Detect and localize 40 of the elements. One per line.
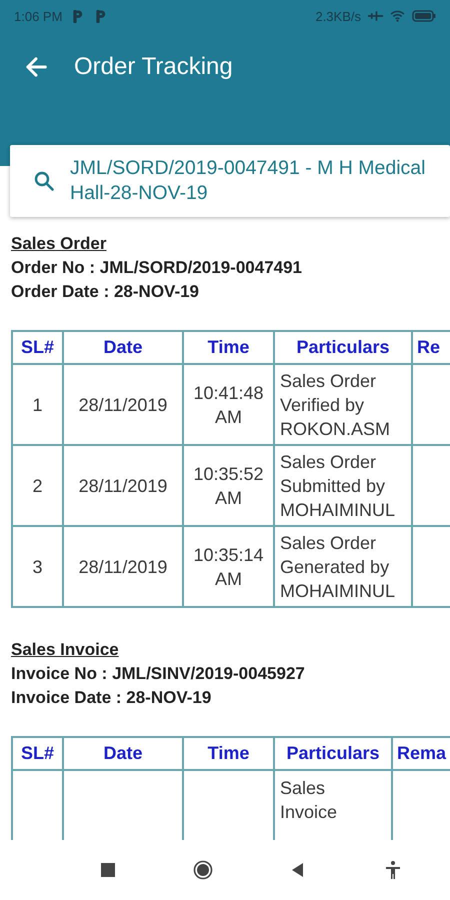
column-header: Date bbox=[103, 337, 142, 357]
column-header: SL# bbox=[20, 743, 54, 763]
section-heading: Sales Order bbox=[11, 233, 106, 255]
info-line: Invoice Date : 28-NOV-19 bbox=[11, 687, 212, 709]
column-header: SL# bbox=[20, 337, 54, 357]
search-field[interactable]: JML/SORD/2019-0047491 - M H Medical Hall-28-NOV-19 bbox=[10, 145, 450, 217]
table-cell: 2 bbox=[32, 476, 42, 496]
table-cell: 28/11/2019 bbox=[78, 556, 168, 576]
column-header: Time bbox=[208, 743, 250, 763]
table-cell: 1 bbox=[32, 394, 42, 414]
table-cell: Sales Order Verified by ROKON.ASM bbox=[280, 370, 390, 438]
table-cell: 28/11/2019 bbox=[78, 394, 168, 414]
column-header: Date bbox=[103, 743, 142, 763]
column-header: Particulars bbox=[296, 337, 390, 357]
table-cell: Sales Order Generated by MOHAIMINUL bbox=[280, 532, 396, 600]
info-line: Invoice No : JML/SINV/2019-0045927 bbox=[11, 663, 306, 685]
airplane-icon bbox=[368, 10, 383, 22]
table-cell: 10:35:14 AM bbox=[193, 544, 264, 588]
column-header: Re bbox=[417, 337, 440, 357]
table-cell: Sales Invoice bbox=[280, 778, 338, 822]
notification-icon bbox=[96, 10, 106, 22]
table-cell: Sales Order Submitted by MOHAIMINUL bbox=[280, 452, 396, 520]
info-line: Order Date : 28-NOV-19 bbox=[11, 281, 200, 303]
battery-icon bbox=[412, 10, 436, 22]
notification-icon bbox=[73, 10, 84, 22]
column-header: Rema bbox=[397, 743, 446, 763]
search-icon bbox=[32, 169, 56, 193]
column-header: Time bbox=[208, 337, 250, 357]
info-line: Order No : JML/SORD/2019-0047491 bbox=[11, 257, 304, 279]
table-cell: 10:35:52 AM bbox=[193, 464, 264, 508]
screen-title: Order Tracking bbox=[74, 53, 233, 81]
wifi-icon bbox=[390, 10, 405, 22]
table-cell: 10:41:48 AM bbox=[193, 382, 264, 426]
status-time: 1:06 PM bbox=[14, 8, 62, 24]
table-cell: 28/11/2019 bbox=[78, 476, 168, 496]
home-icon[interactable] bbox=[192, 860, 212, 880]
column-header: Particulars bbox=[286, 743, 380, 763]
network-speed: 2.3KB/s bbox=[315, 8, 361, 24]
section-heading: Sales Invoice bbox=[11, 639, 119, 661]
table-cell: 3 bbox=[32, 556, 42, 576]
